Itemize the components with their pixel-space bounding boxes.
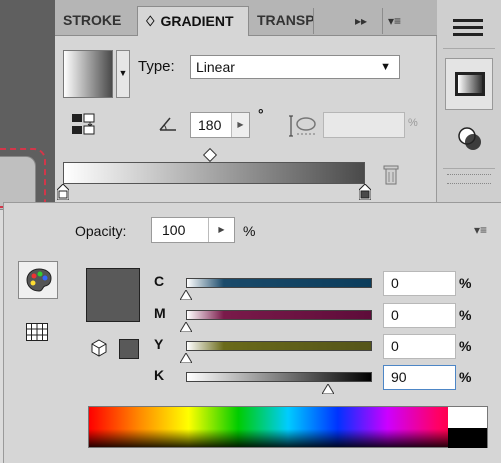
angle-icon xyxy=(159,117,176,131)
magenta-label: M xyxy=(154,305,166,321)
toolbar-divider xyxy=(443,48,495,49)
toolbar-divider xyxy=(443,168,495,169)
magenta-slider[interactable] xyxy=(186,310,372,320)
black-swatch[interactable] xyxy=(448,428,487,448)
opacity-stepper-icon[interactable]: ▶ xyxy=(208,218,234,242)
angle-input[interactable]: 180 ▶ xyxy=(190,112,250,138)
white-black-swatches[interactable] xyxy=(448,406,488,448)
black-unit: % xyxy=(459,369,472,385)
selection-outline xyxy=(0,148,46,208)
gradient-stop-dark[interactable] xyxy=(359,184,371,200)
reverse-gradient-icon[interactable] xyxy=(70,112,96,136)
gradient-ramp[interactable] xyxy=(63,162,365,184)
chevron-down-icon: ▼ xyxy=(380,61,391,73)
gradient-panel-button[interactable] xyxy=(445,58,493,110)
color-spectrum-bar[interactable] xyxy=(88,406,488,448)
black-slider-thumb[interactable] xyxy=(322,384,334,394)
menu-lines-icon: ≡ xyxy=(394,14,402,28)
black-slider[interactable] xyxy=(186,372,372,382)
black-input[interactable]: 90 xyxy=(383,365,456,390)
panel-menu-icon[interactable]: ▾≡ xyxy=(388,8,401,34)
tab-divider xyxy=(137,8,138,34)
yellow-label: Y xyxy=(154,336,164,352)
magenta-slider-thumb[interactable] xyxy=(180,322,192,332)
cyan-unit: % xyxy=(459,275,472,291)
tab-divider xyxy=(382,8,383,34)
menu-lines-icon: ≡ xyxy=(480,223,488,237)
angle-stepper-icon[interactable]: ▶ xyxy=(231,113,249,137)
gamut-color-swatch[interactable] xyxy=(119,339,139,359)
transparency-icon xyxy=(458,127,481,150)
yellow-unit: % xyxy=(459,338,472,354)
tab-divider xyxy=(313,8,314,34)
gradient-panel: STROKE ♢ GRADIENT TRANSPARENCY ▸▸ ▾≡ ▼ T… xyxy=(55,0,437,210)
palette-icon xyxy=(26,268,52,292)
yellow-slider-thumb[interactable] xyxy=(180,353,192,363)
fill-color-swatch[interactable] xyxy=(86,268,140,322)
opacity-value: 100 xyxy=(162,222,186,238)
color-panel-menu-icon[interactable]: ▾≡ xyxy=(474,223,487,237)
degree-unit: ° xyxy=(258,106,264,122)
cyan-slider[interactable] xyxy=(186,278,372,288)
panel-menu-icon[interactable] xyxy=(453,18,483,38)
out-of-gamut-cube-icon[interactable] xyxy=(90,339,108,357)
transparency-panel-button[interactable] xyxy=(445,114,493,166)
gradient-stop-white[interactable] xyxy=(57,184,69,200)
tab-stroke[interactable]: STROKE xyxy=(57,6,137,36)
yellow-input[interactable]: 0 xyxy=(383,334,456,359)
panel-tabbar: STROKE ♢ GRADIENT TRANSPARENCY ▸▸ ▾≡ xyxy=(55,0,437,36)
color-mode-palette-button[interactable] xyxy=(18,261,58,299)
opacity-label: Opacity: xyxy=(75,223,127,239)
side-toolbar xyxy=(437,0,501,210)
opacity-unit: % xyxy=(243,223,256,239)
panel-grip[interactable] xyxy=(447,174,491,184)
opacity-input[interactable]: 100 ▶ xyxy=(151,217,235,243)
tab-transparency[interactable]: TRANSPARENCY xyxy=(251,6,313,36)
gradient-swatch[interactable] xyxy=(63,50,113,98)
cyan-slider-thumb[interactable] xyxy=(180,290,192,300)
angle-value: 180 xyxy=(198,117,222,133)
aspect-unit: % xyxy=(408,117,418,129)
color-panel: Opacity: 100 ▶ % ▾≡ C 0 % M 0 % Y 0 % K … xyxy=(3,202,501,463)
delete-stop-icon[interactable] xyxy=(383,164,399,186)
type-select[interactable]: Linear ▼ xyxy=(190,55,400,79)
magenta-input[interactable]: 0 xyxy=(383,303,456,328)
type-value: Linear xyxy=(196,59,235,75)
aspect-ratio-input[interactable] xyxy=(323,112,405,138)
tab-gradient[interactable]: ♢ GRADIENT xyxy=(137,6,249,36)
cyan-input[interactable]: 0 xyxy=(383,271,456,296)
type-label: Type: xyxy=(138,58,175,75)
chevron-down-icon: ▼ xyxy=(118,68,128,78)
swatch-dropdown-button[interactable]: ▼ xyxy=(116,50,130,98)
gradient-icon xyxy=(455,72,485,96)
magenta-unit: % xyxy=(459,307,472,323)
aspect-ratio-icon xyxy=(289,115,316,137)
yellow-slider[interactable] xyxy=(186,341,372,351)
swatch-grid-icon[interactable] xyxy=(26,323,48,341)
white-swatch[interactable] xyxy=(448,407,487,428)
panel-overflow-icon[interactable]: ▸▸ xyxy=(355,8,367,34)
cyan-label: C xyxy=(154,273,165,289)
black-label: K xyxy=(154,367,165,383)
gradient-midpoint-diamond[interactable] xyxy=(202,147,218,163)
